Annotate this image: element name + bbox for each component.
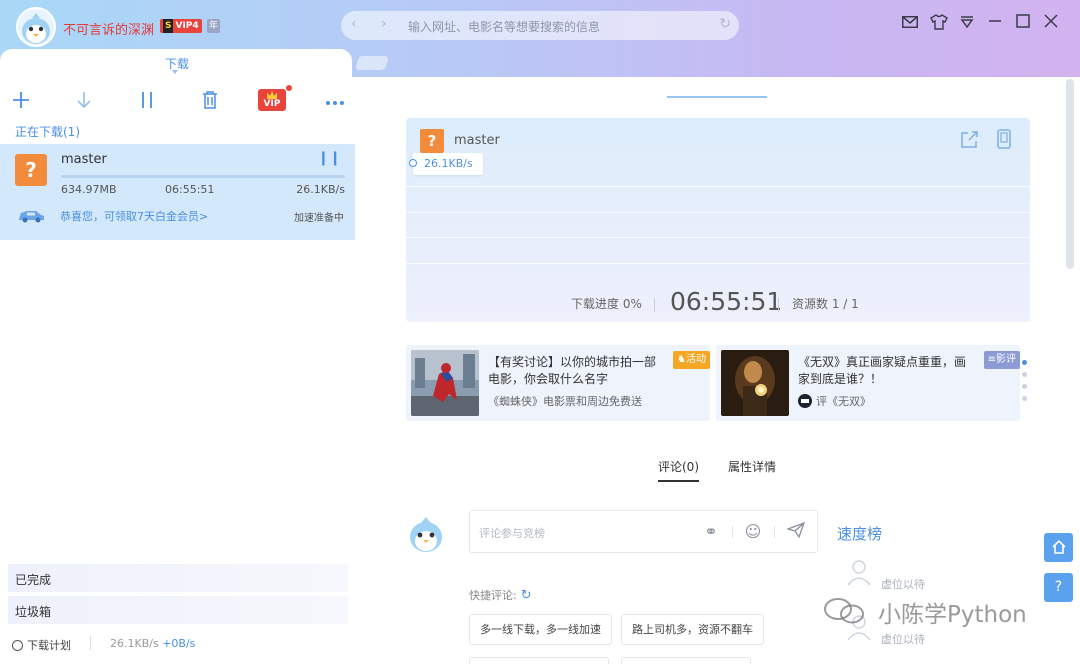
comment-placeholder: 评论参与竞榜 (479, 527, 545, 540)
vip-icon[interactable]: VIP (258, 85, 292, 111)
more-options-icon[interactable] (322, 87, 348, 113)
task-detail-panel: ? master 26.1KB/s 下载进度 0% 06:55:51 资源数 1… (356, 77, 1080, 664)
attach-icon[interactable]: ⚭ (701, 522, 721, 542)
forward-icon[interactable]: › (381, 16, 387, 32)
pause-all-icon[interactable] (134, 87, 160, 113)
address-input[interactable]: 输入网址、电影名等想要搜索的信息 (408, 18, 600, 35)
refresh-icon[interactable]: ↻ (521, 588, 532, 603)
spiderman-thumbnail (411, 350, 479, 416)
scrollbar[interactable] (1066, 79, 1074, 269)
mail-icon[interactable] (900, 14, 920, 34)
user-avatar[interactable] (16, 7, 56, 47)
current-speed-tooltip: 26.1KB/s (409, 153, 483, 175)
card-title: 【有奖讨论】以你的城市拍一部电影，你会取什么名字 (488, 355, 657, 386)
total-speed: 26.1KB/s +0B/s (110, 637, 196, 650)
quick-comment-label: 快捷评论: ↻ (469, 588, 532, 603)
rank-placeholder-text: 虚位以待 (881, 578, 925, 591)
card-subtitle: 评《无双》 (798, 393, 871, 409)
resource-count: 资源数 1 / 1 (792, 297, 859, 311)
vip-promo-link[interactable]: 恭喜您，可领取7天白金会员> (60, 208, 208, 224)
refresh-icon[interactable]: ↻ (719, 16, 731, 32)
downloading-section-title[interactable]: 正在下载(1) (15, 123, 80, 140)
tab-properties[interactable]: 属性详情 (728, 458, 776, 475)
wechat-watermark-icon (824, 598, 864, 624)
reviewer-avatar-icon (798, 394, 812, 408)
completed-label: 已完成 (15, 573, 52, 587)
download-size: 634.97MB (61, 183, 117, 196)
speed-rank-title[interactable]: 速度榜 (837, 523, 882, 544)
rank-placeholder-avatar (847, 560, 871, 586)
activity-tag: ♞活动 (673, 351, 710, 369)
promo-card-activity[interactable]: 【有奖讨论】以你的城市拍一部电影，你会取什么名字 《蜘蛛侠》电影票和周边免费送 … (406, 345, 710, 421)
movie-thumbnail (721, 350, 789, 416)
title-bar: 不可言诉的深渊 S VIP4 年 ‹ › 输入网址、电影名等想要搜索的信息 ↻ 下… (0, 0, 1080, 77)
add-task-icon[interactable] (8, 87, 34, 113)
download-plan-button[interactable]: 下载计划 (12, 637, 71, 653)
tab-caret-icon (172, 70, 178, 74)
tab-downloads[interactable]: 下载 (0, 49, 352, 77)
share-icon[interactable] (960, 129, 980, 149)
download-item[interactable]: ? master ❙❙ 634.97MB 06:55:51 26.1KB/s 恭… (0, 144, 355, 240)
rank-placeholder-text: 虚位以待 (881, 633, 925, 646)
send-to-phone-icon[interactable] (994, 129, 1014, 149)
year-badge: 年 (207, 19, 220, 33)
unknown-file-icon: ? (420, 129, 444, 153)
card-title: 《无双》真正画家疑点重重，画家到底是谁？！ (798, 355, 967, 386)
upload-speed: +0B/s (162, 637, 196, 650)
commenter-avatar (410, 517, 442, 552)
card-subtitle: 《蜘蛛侠》电影票和周边免费送 (488, 395, 642, 408)
divider (90, 636, 91, 650)
help-icon[interactable]: ? (1044, 573, 1073, 602)
pause-icon[interactable]: ❙❙ (318, 150, 341, 166)
send-icon[interactable] (785, 521, 806, 542)
back-icon[interactable]: ‹ (351, 16, 357, 32)
download-toolbar: VIP (0, 85, 356, 113)
quick-comment-chip[interactable] (621, 657, 751, 664)
download-speed: 26.1KB/s (296, 183, 345, 196)
quick-comment-chip[interactable]: 路上司机多，资源不翻车 (621, 614, 764, 645)
quick-comment-chip[interactable] (469, 657, 609, 664)
username[interactable]: 不可言诉的深渊 (63, 19, 154, 38)
address-bar[interactable]: ‹ › 输入网址、电影名等想要搜索的信息 ↻ (341, 11, 739, 40)
download-plan-label: 下载计划 (27, 639, 71, 652)
watermark-text: 小陈学Python (878, 602, 1027, 628)
review-tag: ≡影评 (983, 351, 1020, 369)
home-icon[interactable] (1044, 533, 1073, 562)
download-progress-bar (61, 175, 345, 178)
download-progress-text: 下载进度 0% (571, 297, 642, 311)
skin-shirt-icon[interactable] (929, 14, 949, 34)
notification-dot (286, 85, 292, 91)
menu-dropdown-icon[interactable] (957, 14, 977, 34)
acceleration-status: 加速准备中 (294, 213, 344, 224)
panel-indicator (667, 96, 767, 98)
emoji-icon[interactable]: ☺ (743, 522, 763, 542)
task-filename: master (454, 133, 500, 148)
vip-level-badge[interactable]: S VIP4 (160, 19, 202, 33)
delete-icon[interactable] (197, 87, 223, 113)
promo-card-review[interactable]: 《无双》真正画家疑点重重，画家到底是谁？！ 评《无双》 ≡影评 (716, 345, 1020, 421)
comment-input[interactable]: 评论参与竞榜 ⚭ ☺ (469, 510, 818, 553)
unknown-file-icon: ? (15, 154, 47, 186)
trash-label: 垃圾箱 (15, 605, 52, 619)
download-filename: master (61, 152, 107, 167)
download-remaining-time: 06:55:51 (165, 183, 215, 196)
completed-category[interactable]: 已完成 (8, 564, 348, 592)
speedup-car-icon (19, 211, 44, 223)
close-icon[interactable] (1041, 14, 1061, 34)
trash-category[interactable]: 垃圾箱 (8, 596, 348, 624)
new-tab-button[interactable] (355, 56, 389, 70)
carousel-dots[interactable] (1022, 360, 1027, 408)
tab-comments[interactable]: 评论(0) (658, 458, 699, 482)
remaining-time: 06:55:51 (670, 287, 783, 316)
maximize-icon[interactable] (1013, 14, 1033, 34)
clock-icon (12, 640, 23, 651)
download-list-panel: VIP 正在下载(1) ? master ❙❙ 634.97MB 06:55:5… (0, 77, 356, 664)
start-download-icon[interactable] (71, 87, 97, 113)
minimize-icon[interactable] (985, 14, 1005, 34)
task-speed-graph: ? master 26.1KB/s 下载进度 0% 06:55:51 资源数 1… (406, 118, 1030, 322)
quick-comment-chip[interactable]: 多一线下载，多一线加速 (469, 614, 612, 645)
